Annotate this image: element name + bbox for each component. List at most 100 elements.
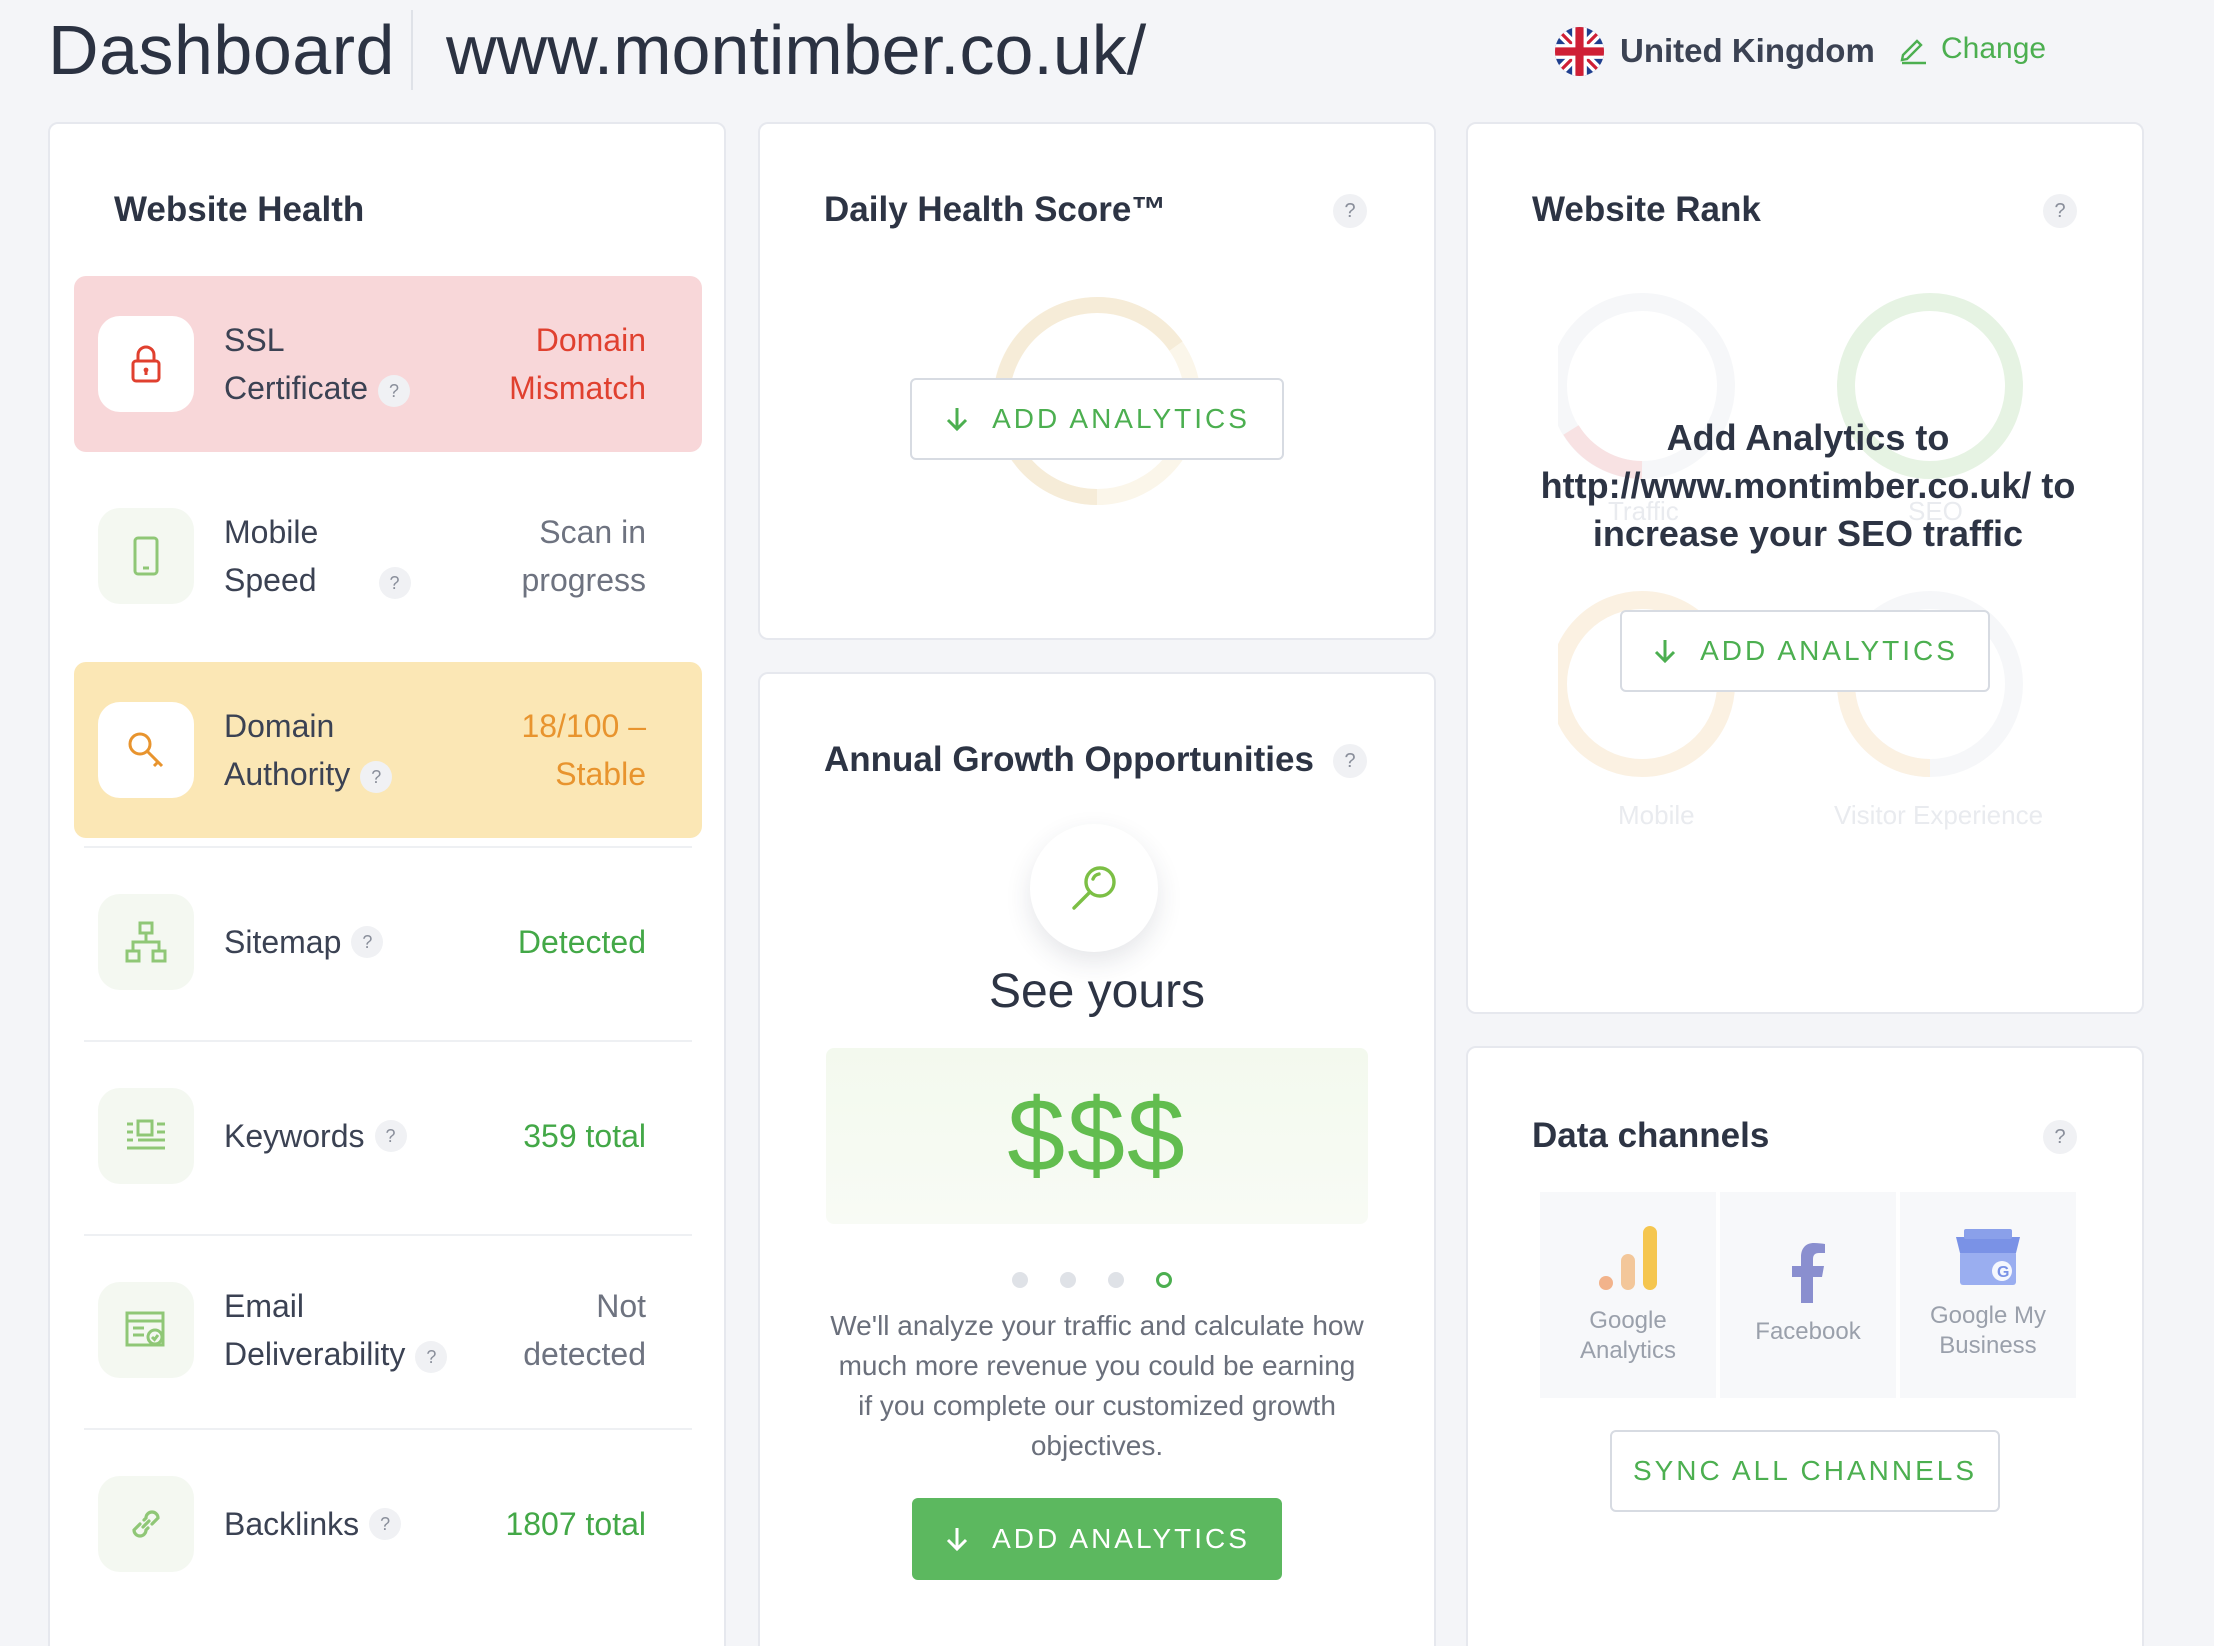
row-label: Deliverability [224, 1336, 406, 1372]
channel-facebook[interactable]: Facebook [1720, 1192, 1896, 1398]
row-label: Authority [224, 756, 351, 792]
sitemap-icon [98, 894, 194, 990]
help-icon[interactable]: ? [369, 1508, 402, 1540]
help-icon[interactable]: ? [2043, 1120, 2077, 1154]
row-value: detected [523, 1336, 646, 1372]
growth-description: We'll analyze your traffic and calculate… [830, 1310, 1364, 1461]
help-icon[interactable]: ? [1333, 744, 1367, 778]
svg-text:G: G [1997, 1264, 2009, 1281]
change-country-link[interactable]: Change [1897, 32, 2046, 66]
help-icon[interactable]: ? [374, 1120, 407, 1152]
button-label: SYNC ALL CHANNELS [1632, 1455, 1978, 1486]
magnifier-icon [1030, 824, 1158, 952]
row-label: Backlinks [224, 1506, 360, 1542]
row-value: 18/100 – [521, 708, 646, 744]
help-icon[interactable]: ? [378, 374, 411, 407]
email-icon [98, 1282, 194, 1378]
health-row-ssl[interactable]: SSL Certificate? Domain Mismatch [74, 276, 702, 452]
row-value: Scan in [539, 514, 646, 550]
health-row-backlinks[interactable]: Backlinks? 1807 total [74, 1436, 702, 1612]
row-label: SSL [224, 322, 285, 358]
revenue-placeholder: $$$ [826, 1048, 1368, 1224]
row-value: Stable [555, 756, 646, 792]
help-icon[interactable]: ? [2043, 194, 2077, 228]
add-analytics-button[interactable]: ADD ANALYTICS [912, 1498, 1282, 1580]
daily-health-score-card: Daily Health Score™ ? ADD ANALYTICS [758, 122, 1436, 640]
card-title: Website Health [114, 190, 365, 229]
row-divider [84, 1234, 692, 1236]
sync-all-channels-button[interactable]: SYNC ALL CHANNELS [1610, 1430, 2000, 1512]
add-analytics-button[interactable]: ADD ANALYTICS [1620, 610, 1990, 692]
button-label: ADD ANALYTICS [992, 1523, 1250, 1554]
row-value: 359 total [523, 1118, 646, 1154]
carousel-dot-active[interactable] [1156, 1272, 1172, 1288]
uk-flag-icon [1555, 26, 1604, 76]
row-label: Speed [224, 562, 317, 598]
add-analytics-button[interactable]: ADD ANALYTICS [910, 378, 1284, 460]
row-divider [84, 1428, 692, 1430]
page-title: Dashboard [48, 11, 395, 89]
carousel-dot[interactable] [1108, 1272, 1124, 1288]
row-label: Mobile [224, 514, 319, 550]
magnifier-icon [98, 702, 194, 798]
row-value: Mismatch [509, 370, 646, 406]
health-row-mobile-speed[interactable]: Mobile Speed? Scan in progress [74, 468, 702, 644]
facebook-icon [1792, 1243, 1825, 1303]
button-label: ADD ANALYTICS [1700, 635, 1958, 666]
row-label: Domain [224, 708, 335, 744]
pencil-icon [1900, 39, 1926, 65]
arrow-down-icon [947, 408, 968, 432]
row-label: Email [224, 1288, 305, 1324]
lock-icon [98, 316, 194, 412]
carousel-dots [1012, 1272, 1204, 1288]
help-icon[interactable]: ? [415, 1340, 448, 1373]
google-analytics-icon [1599, 1226, 1657, 1290]
data-channels-card: Data channels ? Google Analytics Faceboo… [1466, 1046, 2144, 1646]
row-value: progress [521, 562, 647, 598]
card-title: Website Rank [1532, 190, 1761, 229]
button-label: ADD ANALYTICS [992, 403, 1250, 434]
health-row-domain-authority[interactable]: Domain Authority? 18/100 – Stable [74, 662, 702, 838]
website-health-card: Website Health SSL Certificate? Domain M… [48, 122, 726, 1646]
health-row-keywords[interactable]: Keywords? 359 total [74, 1048, 702, 1224]
row-label: Sitemap [224, 924, 342, 960]
carousel-dot[interactable] [1060, 1272, 1076, 1288]
revenue-amount: $$$ [1007, 1077, 1187, 1194]
channel-google-analytics[interactable]: Google Analytics [1540, 1192, 1716, 1398]
annual-growth-card: Annual Growth Opportunities ? See yours … [758, 672, 1436, 1646]
help-icon[interactable]: ? [1333, 194, 1367, 228]
row-value: 1807 total [505, 1506, 646, 1542]
channel-google-my-business[interactable]: G Google My Business [1900, 1192, 2076, 1398]
card-title: Daily Health Score™ [824, 190, 1167, 229]
growth-headline: See yours [988, 965, 1206, 1018]
change-label: Change [1941, 32, 2047, 65]
arrow-down-icon [947, 1528, 968, 1552]
row-divider [84, 1040, 692, 1042]
card-title: Annual Growth Opportunities [824, 740, 1314, 779]
card-title: Data channels [1532, 1116, 1770, 1155]
site-url: www.montimber.co.uk/ [446, 11, 1147, 89]
add-analytics-message: Add Analytics to http://www.montimber.co… [1540, 417, 2076, 554]
google-my-business-icon: G [1956, 1229, 2020, 1285]
health-row-sitemap[interactable]: Sitemap? Detected [74, 854, 702, 1030]
page-header: Dashboard www.montimber.co.uk/ United Ki… [0, 0, 2214, 110]
mobile-icon [98, 508, 194, 604]
row-value: Not [596, 1288, 646, 1324]
ghost-label-visitor-experience: Visitor Experience [1834, 800, 2044, 830]
health-row-email-deliverability[interactable]: Email Deliverability? Not detected [74, 1242, 702, 1418]
country-indicator: United Kingdom [1555, 26, 1875, 76]
keywords-icon [98, 1088, 194, 1184]
row-value: Detected [517, 924, 646, 960]
carousel-dot[interactable] [1012, 1272, 1028, 1288]
ghost-label-mobile: Mobile [1618, 800, 1695, 830]
row-divider [84, 846, 692, 848]
help-icon[interactable]: ? [360, 760, 393, 793]
title-divider [411, 10, 413, 90]
link-icon [98, 1476, 194, 1572]
website-rank-card: Website Rank ? Traffic SEO Mobile Visito… [1466, 122, 2144, 1014]
help-icon[interactable]: ? [351, 926, 384, 958]
country-name: United Kingdom [1620, 32, 1875, 69]
arrow-down-icon [1655, 640, 1676, 664]
row-label: Keywords [224, 1118, 365, 1154]
help-icon[interactable]: ? [378, 566, 411, 599]
